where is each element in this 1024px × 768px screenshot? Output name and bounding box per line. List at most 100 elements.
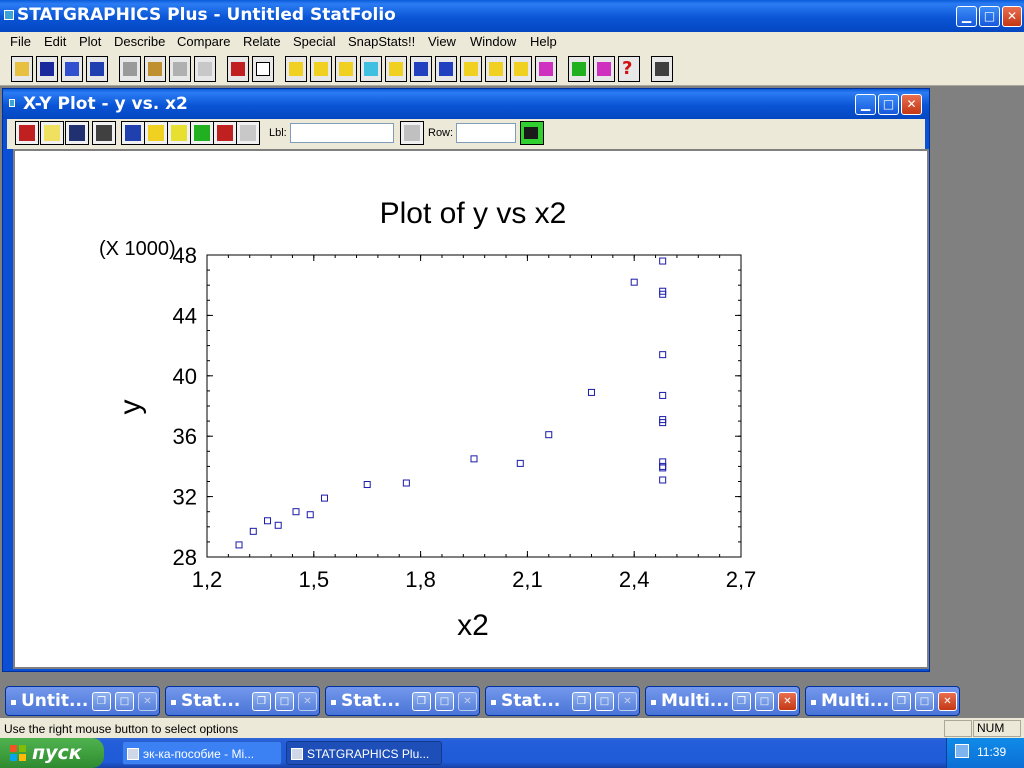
doc-close-button[interactable]: ✕ (901, 94, 922, 115)
close-icon: ✕ (463, 696, 472, 707)
close-button[interactable]: ✕ (938, 692, 957, 711)
menu-describe[interactable]: Describe (114, 34, 165, 49)
restore-button[interactable]: ❐ (732, 692, 751, 711)
x-axis-label: x2 (457, 609, 489, 642)
tool-12-button[interactable] (568, 56, 590, 82)
mdi-tab-5[interactable]: Multi... ❐ □ ✕ (645, 686, 800, 716)
task-statgraphics[interactable]: STATGRAPHICS Plu... (286, 741, 442, 765)
print-preview-button[interactable] (252, 56, 274, 82)
restore-button[interactable]: ❐ (252, 692, 271, 711)
minimize-button[interactable]: ▁ (956, 6, 977, 27)
maximize-button[interactable]: □ (435, 692, 454, 711)
tool-8-button[interactable] (460, 56, 482, 82)
close-button[interactable]: ✕ (778, 692, 797, 711)
menu-file[interactable]: File (10, 34, 31, 49)
close-button[interactable]: ✕ (458, 692, 477, 711)
close-button[interactable]: ✕ (298, 692, 317, 711)
tool-2-button[interactable] (310, 56, 332, 82)
x-tick-label: 1,8 (405, 567, 436, 592)
minimize-icon: ▁ (961, 9, 972, 23)
tool-7-button[interactable] (435, 56, 457, 82)
mdi-tab-4[interactable]: Stat... ❐ □ ✕ (485, 686, 640, 716)
line-tool-button[interactable] (236, 121, 260, 145)
menu-help[interactable]: Help (530, 34, 557, 49)
tool-6-button[interactable] (410, 56, 432, 82)
print-button[interactable] (227, 56, 249, 82)
menu-compare[interactable]: Compare (177, 34, 230, 49)
tabular-options-button[interactable] (40, 121, 64, 145)
mdi-tab-3[interactable]: Stat... ❐ □ ✕ (325, 686, 480, 716)
tool-1-button[interactable] (285, 56, 307, 82)
network-icon[interactable] (955, 744, 969, 758)
paste-button[interactable] (169, 56, 191, 82)
y-tick-label: 28 (173, 545, 197, 570)
cut-button[interactable] (119, 56, 141, 82)
y-tick-label: 44 (173, 303, 197, 328)
graphical-options-button[interactable] (65, 121, 89, 145)
tool-10-button[interactable] (510, 56, 532, 82)
restore-button[interactable]: ❐ (892, 692, 911, 711)
open-button[interactable] (11, 56, 33, 82)
calculator-button[interactable] (651, 56, 673, 82)
undo-button[interactable] (194, 56, 216, 82)
mdi-tab-1[interactable]: Untit... ❐ □ ✕ (5, 686, 160, 716)
tool-4-button[interactable] (360, 56, 382, 82)
mdi-tab-2[interactable]: Stat... ❐ □ ✕ (165, 686, 320, 716)
find-row-button[interactable] (520, 121, 544, 145)
row-input[interactable] (456, 123, 516, 143)
exclude-button[interactable] (213, 121, 237, 145)
task-word[interactable]: эк-ка-пособие - Mi... (122, 741, 282, 765)
menu-special[interactable]: Special (293, 34, 336, 49)
doc-icon[interactable] (9, 99, 15, 107)
data-editor-button[interactable] (61, 56, 83, 82)
maximize-icon: □ (599, 696, 610, 707)
close-button[interactable]: ✕ (1002, 6, 1022, 27)
start-button[interactable]: пуск (0, 738, 104, 768)
app-title-bar[interactable]: STATGRAPHICS Plus - Untitled StatFolio ▁… (0, 0, 1024, 32)
menu-relate[interactable]: Relate (243, 34, 281, 49)
tool-11-button[interactable] (535, 56, 557, 82)
maximize-button[interactable]: □ (115, 692, 134, 711)
input-dialog-button[interactable] (15, 121, 39, 145)
pane-options-button[interactable] (121, 121, 145, 145)
help-button[interactable]: ? (618, 56, 640, 82)
save-data-button[interactable] (86, 56, 108, 82)
menu-window[interactable]: Window (470, 34, 516, 49)
maximize-button[interactable]: □ (915, 692, 934, 711)
tool-5-button[interactable] (385, 56, 407, 82)
maximize-button[interactable]: □ (275, 692, 294, 711)
plot-pane[interactable]: 1,2 1,5 1,8 2,1 2,4 2,7 28 32 36 40 44 48 Plot of y… (13, 149, 929, 669)
menu-edit[interactable]: Edit (44, 34, 66, 49)
doc-maximize-button[interactable]: □ (878, 94, 899, 115)
doc-title-bar[interactable]: X-Y Plot - y vs. x2 ▁ □ ✕ (3, 89, 929, 119)
maximize-button[interactable]: □ (979, 6, 1000, 27)
restore-icon: ❐ (257, 696, 266, 707)
restore-button[interactable]: ❐ (572, 692, 591, 711)
restore-button[interactable]: ❐ (412, 692, 431, 711)
restore-button[interactable]: ❐ (92, 692, 111, 711)
maximize-button[interactable]: □ (595, 692, 614, 711)
menu-plot[interactable]: Plot (79, 34, 101, 49)
menu-snapstats[interactable]: SnapStats!! (348, 34, 415, 49)
copy-button[interactable] (144, 56, 166, 82)
input-dialog-icon (19, 125, 35, 141)
menu-view[interactable]: View (428, 34, 456, 49)
close-button[interactable]: ✕ (618, 692, 637, 711)
tool-3-button[interactable] (335, 56, 357, 82)
brush-button[interactable] (167, 121, 191, 145)
maximize-icon: □ (119, 696, 130, 707)
jitter-button[interactable] (144, 121, 168, 145)
label-input[interactable] (290, 123, 394, 143)
minimize-icon: ▁ (860, 97, 871, 111)
app-icon[interactable] (4, 10, 14, 20)
mdi-tab-6[interactable]: Multi... ❐ □ ✕ (805, 686, 960, 716)
tool-13-button[interactable] (593, 56, 615, 82)
doc-minimize-button[interactable]: ▁ (855, 94, 876, 115)
find-label-button[interactable] (400, 121, 424, 145)
save-button[interactable] (36, 56, 58, 82)
locate-button[interactable] (190, 121, 214, 145)
save-results-button[interactable] (92, 121, 116, 145)
maximize-button[interactable]: □ (755, 692, 774, 711)
tool-9-button[interactable] (485, 56, 507, 82)
close-button[interactable]: ✕ (138, 692, 157, 711)
